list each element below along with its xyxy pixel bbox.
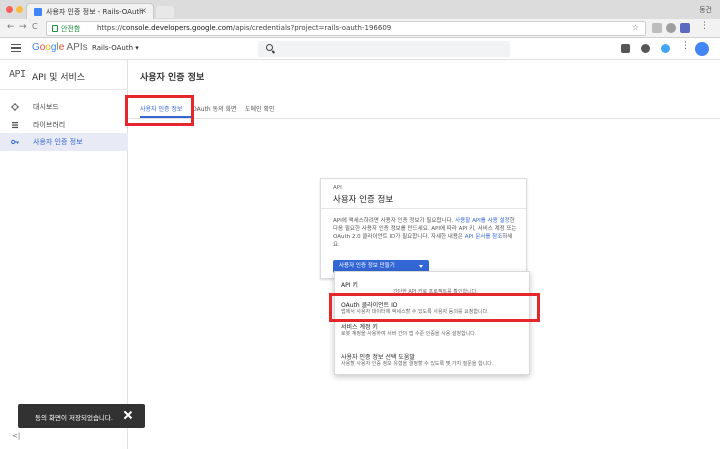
browser-profile[interactable]: 동건 <box>699 5 712 15</box>
extension-icon[interactable] <box>680 23 690 33</box>
menu-item-oauth-client-id[interactable]: OAuth 클라이언트 ID 앱에서 사용자 데이터에 액세스할 수 있도록 사… <box>335 300 529 320</box>
close-icon[interactable] <box>123 410 133 420</box>
close-window-icon[interactable] <box>6 6 13 13</box>
card-description: API에 액세스하려면 사용자 인증 정보가 필요합니다. 사용할 API를 사… <box>333 218 517 248</box>
browser-tab[interactable]: 사용자 인증 정보 - Rails-OAuth × <box>26 3 154 19</box>
url-text: https://console.developers.google.com/ap… <box>97 24 392 32</box>
tab-credentials[interactable]: 사용자 인증 정보 <box>140 104 182 113</box>
google-apis-logo[interactable]: Google APIs <box>32 42 88 53</box>
page-title: 사용자 인증 정보 <box>140 73 205 83</box>
search-input[interactable] <box>258 41 510 57</box>
api-docs-link[interactable]: API 문서를 참조 <box>465 234 503 240</box>
menu-item-help-me-choose[interactable]: 사용자 인증 정보 선택 도움말 사용할 사용자 인증 정보 유형을 결정할 수… <box>335 352 529 372</box>
extension-icon[interactable] <box>652 23 662 33</box>
browser-tab-strip: 사용자 인증 정보 - Rails-OAuth × 동건 <box>0 0 720 19</box>
active-tab-indicator <box>140 116 192 118</box>
search-icon <box>266 44 273 51</box>
avatar[interactable] <box>695 42 709 56</box>
sidebar-item-credentials[interactable]: 사용자 인증 정보 <box>0 133 128 151</box>
menu-item-api-key[interactable]: API 키 간단한 API 키로 프로젝트를 확인합니다. <box>335 280 529 298</box>
divider <box>321 208 526 209</box>
menu-icon[interactable] <box>11 44 21 52</box>
sidebar-item-label: 라이브러리 <box>33 121 66 129</box>
new-tab-button[interactable] <box>156 6 174 18</box>
tab-close-icon[interactable]: × <box>140 6 147 15</box>
bookmark-star-icon[interactable]: ☆ <box>632 23 639 32</box>
credentials-card: API 사용자 인증 정보 API에 액세스하려면 사용자 인증 정보가 필요합… <box>320 178 527 279</box>
menu-item-service-account-key[interactable]: 서비스 계정 키 로봇 계정을 사용하여 서버 간의 앱 수준 인증을 사용 설… <box>335 322 529 342</box>
create-credentials-menu: API 키 간단한 API 키로 프로젝트를 확인합니다. OAuth 클라이언… <box>334 271 530 375</box>
browser-tab-title: 사용자 인증 정보 - Rails-OAuth <box>46 8 144 16</box>
enable-api-link[interactable]: 사용할 API를 사용 설정 <box>455 218 509 224</box>
key-icon <box>11 139 19 145</box>
sidebar-item-library[interactable]: 라이브러리 <box>0 116 128 134</box>
console-header: Google APIs Rails-OAuth ▾ ⋮ <box>0 38 720 60</box>
sidebar-item-label: 사용자 인증 정보 <box>33 138 83 146</box>
tab-domain-verification[interactable]: 도메인 확인 <box>245 104 275 113</box>
caret-down-icon <box>419 265 423 268</box>
sidebar: API API 및 서비스 대시보드 라이브러리 사용자 인증 정보 <| <box>0 60 128 449</box>
browser-toolbar: ← → C 안전함 https://console.developers.goo… <box>0 19 720 38</box>
more-options-icon[interactable]: ⋮ <box>681 41 690 51</box>
library-icon <box>12 122 18 129</box>
credentials-tabs: 사용자 인증 정보 OAuth 동의 화면 도메인 확인 <box>128 97 720 119</box>
snackbar: 동의 화면이 저장되었습니다. <box>18 404 145 428</box>
snackbar-message: 동의 화면이 저장되었습니다. <box>35 414 113 422</box>
sidebar-item-dashboard[interactable]: 대시보드 <box>0 98 128 116</box>
api-icon: API <box>9 69 26 80</box>
feedback-icon[interactable] <box>621 44 630 53</box>
project-selector[interactable]: Rails-OAuth ▾ <box>92 44 139 52</box>
lock-icon <box>52 25 58 32</box>
collapse-sidebar-icon[interactable]: <| <box>12 432 20 440</box>
notifications-icon[interactable] <box>661 44 670 53</box>
secure-label: 안전함 <box>61 25 81 33</box>
card-kicker: API <box>333 185 342 191</box>
extension-icon[interactable] <box>666 23 676 33</box>
back-icon[interactable]: ← <box>7 22 15 32</box>
sidebar-title: API 및 서비스 <box>32 73 86 83</box>
reload-icon[interactable]: C <box>32 22 38 31</box>
card-title: 사용자 인증 정보 <box>333 195 394 205</box>
sidebar-header: API API 및 서비스 <box>0 60 128 90</box>
minimize-window-icon[interactable] <box>16 6 23 13</box>
help-icon[interactable] <box>641 44 650 53</box>
dashboard-icon <box>11 103 19 111</box>
address-bar[interactable]: 안전함 https://console.developers.google.co… <box>46 21 646 36</box>
sidebar-item-label: 대시보드 <box>33 103 59 111</box>
browser-menu-icon[interactable]: ⋮ <box>700 21 710 31</box>
tab-oauth-consent-screen[interactable]: OAuth 동의 화면 <box>192 104 237 113</box>
forward-icon[interactable]: → <box>19 22 27 32</box>
favicon-icon <box>34 8 42 16</box>
